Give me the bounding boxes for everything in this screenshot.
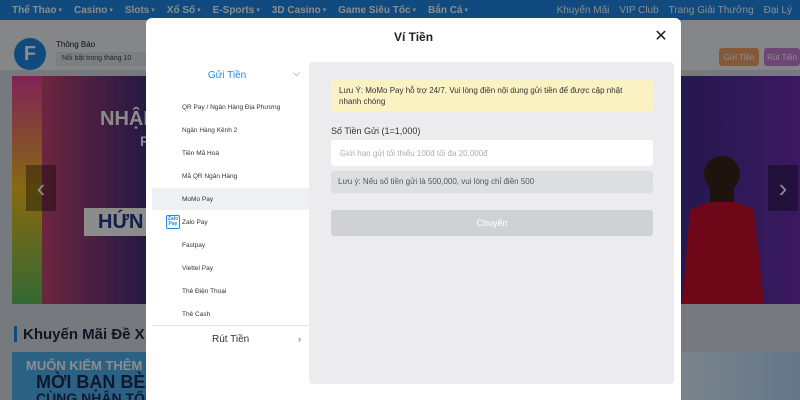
- deposit-section-label: Gửi Tiền: [207, 69, 247, 81]
- menu-item-momo-pay[interactable]: MoMo Pay: [152, 188, 309, 210]
- close-button[interactable]: ✕: [651, 26, 671, 46]
- wallet-modal: Ví Tiền ✕ Gửi Tiền ⌵ QR Pay / Ngân Hàng …: [146, 18, 681, 400]
- amount-input[interactable]: [331, 140, 653, 166]
- close-icon: ✕: [654, 28, 668, 45]
- momo-notice: Lưu Ý: MoMo Pay hỗ trợ 24/7. Vui lòng đi…: [331, 80, 653, 112]
- modal-title: Ví Tiền: [393, 30, 434, 44]
- chevron-down-icon: ⌵: [293, 68, 300, 78]
- menu-item-phone-card[interactable]: Thẻ Điện Thoại: [152, 280, 309, 302]
- deposit-section-toggle[interactable]: Gửi Tiền ⌵: [152, 62, 310, 88]
- zalo-pay-icon: Zalo Pay: [166, 215, 180, 229]
- amount-hint: Lưu ý: Nếu số tiền gửi là 500,000, vui l…: [331, 171, 653, 193]
- amount-label: Số Tiền Gửi (1=1,000): [331, 126, 421, 136]
- menu-item-crypto[interactable]: Tiền Mã Hoá: [152, 142, 309, 164]
- menu-item-zalo-pay[interactable]: Zalo Pay Zalo Pay: [152, 211, 309, 233]
- withdraw-section-toggle[interactable]: Rút Tiền ›: [152, 326, 309, 352]
- chevron-right-icon: ›: [298, 334, 301, 344]
- deposit-form-panel: Lưu Ý: MoMo Pay hỗ trợ 24/7. Vui lòng đi…: [309, 62, 674, 384]
- menu-item-qr-pay[interactable]: QR Pay / Ngân Hàng Địa Phương: [152, 96, 309, 118]
- transfer-button[interactable]: Chuyển: [331, 210, 653, 236]
- menu-item-cash-card[interactable]: Thẻ Cash: [152, 303, 309, 325]
- menu-item-bank-qr[interactable]: Mã QR Ngân Hàng: [152, 165, 309, 187]
- menu-item-bank-channel-2[interactable]: Ngân Hàng Kênh 2: [152, 119, 309, 141]
- payment-menu: Gửi Tiền ⌵ QR Pay / Ngân Hàng Địa Phương…: [152, 62, 310, 352]
- menu-item-viettel-pay[interactable]: Viettel Pay: [152, 257, 309, 279]
- withdraw-section-label: Rút Tiền: [212, 333, 250, 345]
- menu-item-label: Zalo Pay: [182, 218, 208, 226]
- menu-item-fastpay[interactable]: Fastpay: [152, 234, 309, 256]
